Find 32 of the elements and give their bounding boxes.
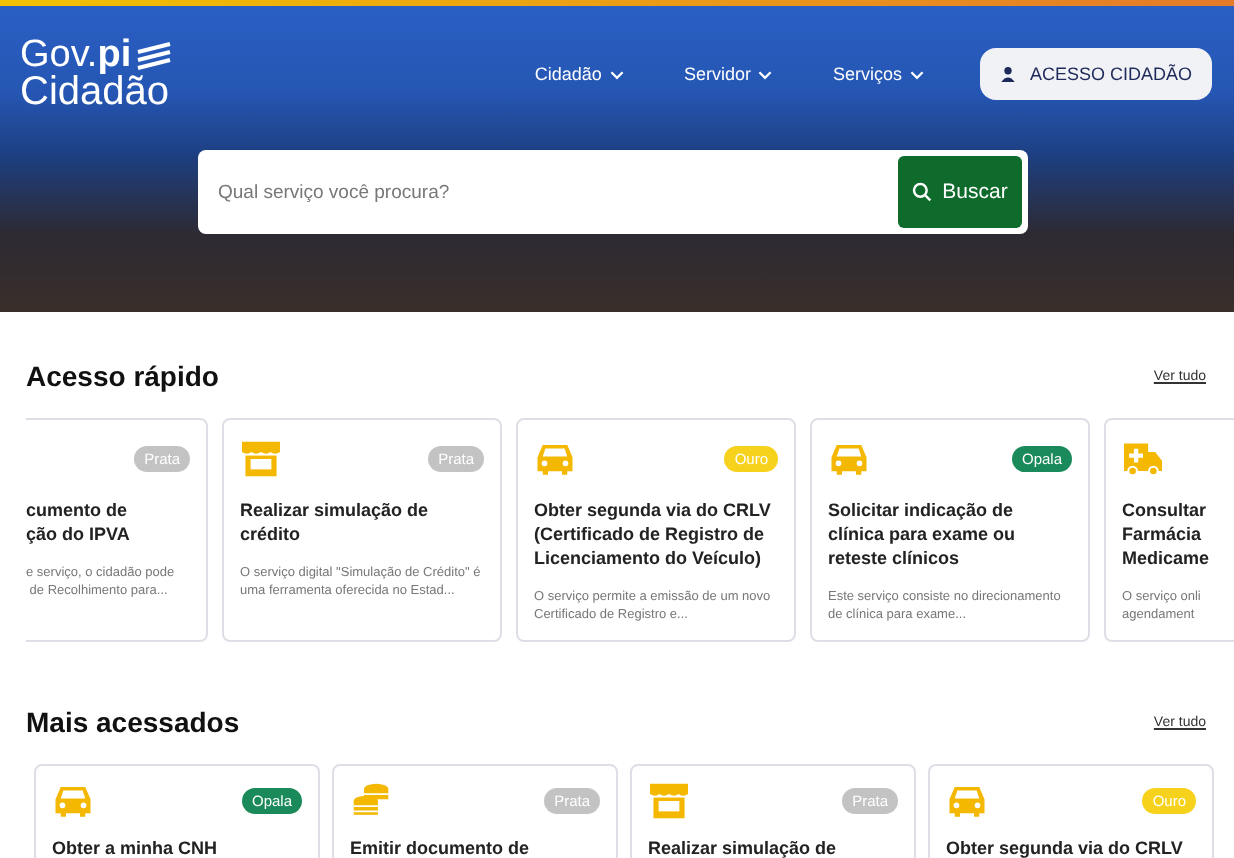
car-icon: [534, 439, 576, 477]
logo[interactable]: Gov.pi Cidadão: [20, 38, 174, 110]
coins-icon: [350, 781, 392, 819]
card-title: Consultar Farmácia Medicame: [1122, 498, 1212, 570]
nav-menu-item[interactable]: Servidor: [683, 64, 773, 84]
card-title: cumento de ção do IPVA: [26, 498, 132, 546]
login-button[interactable]: ACESSO CIDADÃO: [979, 48, 1212, 100]
car-icon: [828, 439, 870, 477]
nav-menu-item[interactable]: Cidadão: [534, 64, 624, 84]
card-title: Solicitar indicação de clínica para exame ou reteste clínicos: [828, 498, 1018, 570]
waves-icon: [133, 42, 174, 70]
user-icon: [999, 66, 1016, 82]
ambulance-icon: [1122, 439, 1164, 477]
chevron-down-icon: [758, 69, 773, 79]
car-icon: [946, 781, 988, 819]
card-title: Obter a minha CNH: [52, 836, 220, 858]
card-title: Emitir documento de: [350, 836, 532, 858]
section-title: Mais acessados: [26, 706, 240, 738]
card-title: Obter segunda via do CRLV (Certificado de Registro de Licenciamento do Veículo): [534, 498, 773, 570]
search-button[interactable]: Buscar: [898, 156, 1022, 228]
chevron-down-icon: [609, 69, 624, 79]
section-title: Acesso rápido: [26, 360, 219, 392]
chevron-down-icon: [909, 69, 924, 79]
card-title: Obter segunda via do CRLV: [946, 836, 1185, 858]
search-field[interactable]: Qual serviço você procura? Buscar: [198, 150, 1028, 234]
car-icon: [52, 781, 94, 819]
search-icon: [912, 182, 933, 202]
storefront-icon: [240, 439, 282, 477]
nav-menu-item[interactable]: Serviços: [832, 64, 924, 84]
card-title: Realizar simulação de crédito: [240, 498, 431, 546]
storefront-icon: [648, 781, 690, 819]
card-title: Realizar simulação de: [648, 836, 839, 858]
